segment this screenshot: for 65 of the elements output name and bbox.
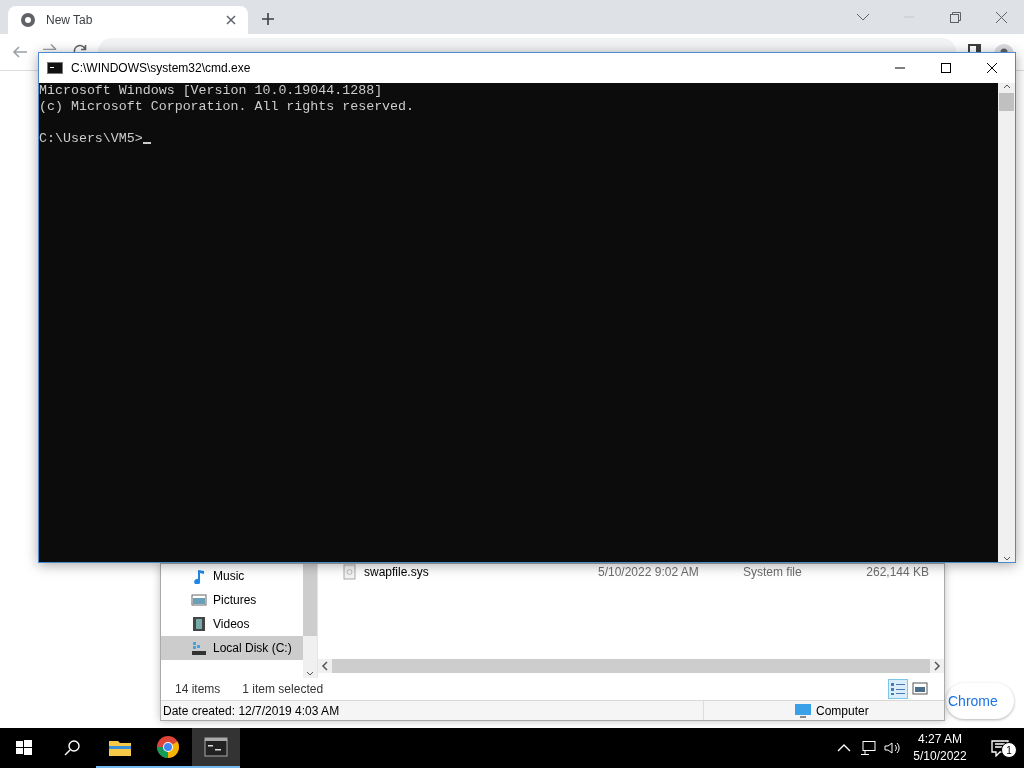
chevron-up-icon — [837, 743, 851, 753]
windows-logo-icon — [16, 740, 32, 756]
nav-label: Music — [213, 569, 245, 583]
scroll-thumb[interactable] — [303, 564, 317, 636]
customize-button[interactable]: Chrome — [946, 683, 1014, 719]
console-prompt: C:\Users\VM5> — [39, 131, 143, 147]
film-strip-icon — [191, 616, 207, 632]
notification-count: 1 — [1001, 742, 1017, 758]
network-icon — [860, 740, 876, 756]
search-icon — [64, 740, 80, 756]
close-icon — [987, 63, 997, 73]
thumbnail-view-icon — [912, 681, 928, 697]
details-view-icon — [890, 681, 906, 697]
chrome-logo-icon — [156, 735, 180, 759]
side-panel-icon — [967, 44, 981, 52]
scroll-thumb[interactable] — [999, 93, 1014, 111]
console-icon — [47, 62, 63, 74]
tab-title: New Tab — [46, 13, 94, 27]
item-count: 14 items — [175, 682, 221, 696]
drive-icon — [191, 640, 207, 656]
nav-label: Local Disk (C:) — [213, 641, 292, 655]
clock-time: 4:27 AM — [918, 731, 962, 748]
restore-icon — [949, 11, 961, 23]
file-name[interactable]: swapfile.sys — [342, 564, 598, 580]
clock[interactable]: 4:27 AM 5/10/2022 — [904, 731, 976, 765]
nav-item[interactable]: Local Disk (C:) — [161, 636, 303, 660]
date-created: Date created: 12/7/2019 4:03 AM — [162, 703, 341, 718]
picture-frame-icon — [191, 592, 207, 608]
monitor-icon — [794, 702, 812, 719]
notification-button[interactable]: 1 — [976, 728, 1024, 768]
scrollbar[interactable] — [998, 83, 1015, 562]
location-label: Computer — [816, 703, 869, 718]
music-note-icon — [191, 568, 207, 584]
reload-icon — [73, 44, 87, 52]
chevron-up-icon — [1002, 83, 1011, 91]
nav-item[interactable]: Music — [161, 564, 303, 588]
console-line: (c) Microsoft Corporation. All rights reserved. — [39, 99, 416, 115]
speaker-icon — [884, 740, 900, 756]
chevron-down-icon — [1002, 554, 1011, 562]
view-button[interactable] — [888, 679, 908, 699]
plus-icon — [261, 12, 275, 26]
message-icon — [991, 739, 1009, 757]
file-size: 262,144 KB — [865, 565, 929, 579]
chevron-down-icon — [306, 670, 314, 678]
nav-label: Videos — [213, 617, 250, 631]
console-icon — [204, 736, 228, 758]
arrow-left-icon — [12, 44, 28, 60]
nav-item[interactable]: Pictures — [161, 588, 303, 612]
nav-item[interactable]: Videos — [161, 612, 303, 636]
file-type: System file — [743, 565, 803, 579]
console-line: Microsoft Windows [Version 10.0.19044.1288] — [39, 83, 384, 99]
chrome-logo-icon — [20, 12, 36, 28]
selection-count: 1 item selected — [242, 682, 324, 696]
taskbar-app[interactable] — [192, 728, 240, 768]
window-title: C:\WINDOWS\system32\cmd.exe — [71, 61, 251, 75]
arrow-right-icon — [43, 44, 57, 50]
clock-date: 5/10/2022 — [913, 748, 967, 765]
scrollbar[interactable] — [303, 564, 317, 678]
text-cursor — [142, 142, 151, 144]
close-icon — [224, 13, 238, 27]
browser-tab[interactable]: New Tab — [8, 6, 248, 34]
file-date: 5/10/2022 9:02 AM — [598, 565, 700, 579]
close-icon — [995, 11, 1007, 23]
nav-label: Pictures — [213, 593, 257, 607]
maximize-icon — [941, 63, 951, 73]
